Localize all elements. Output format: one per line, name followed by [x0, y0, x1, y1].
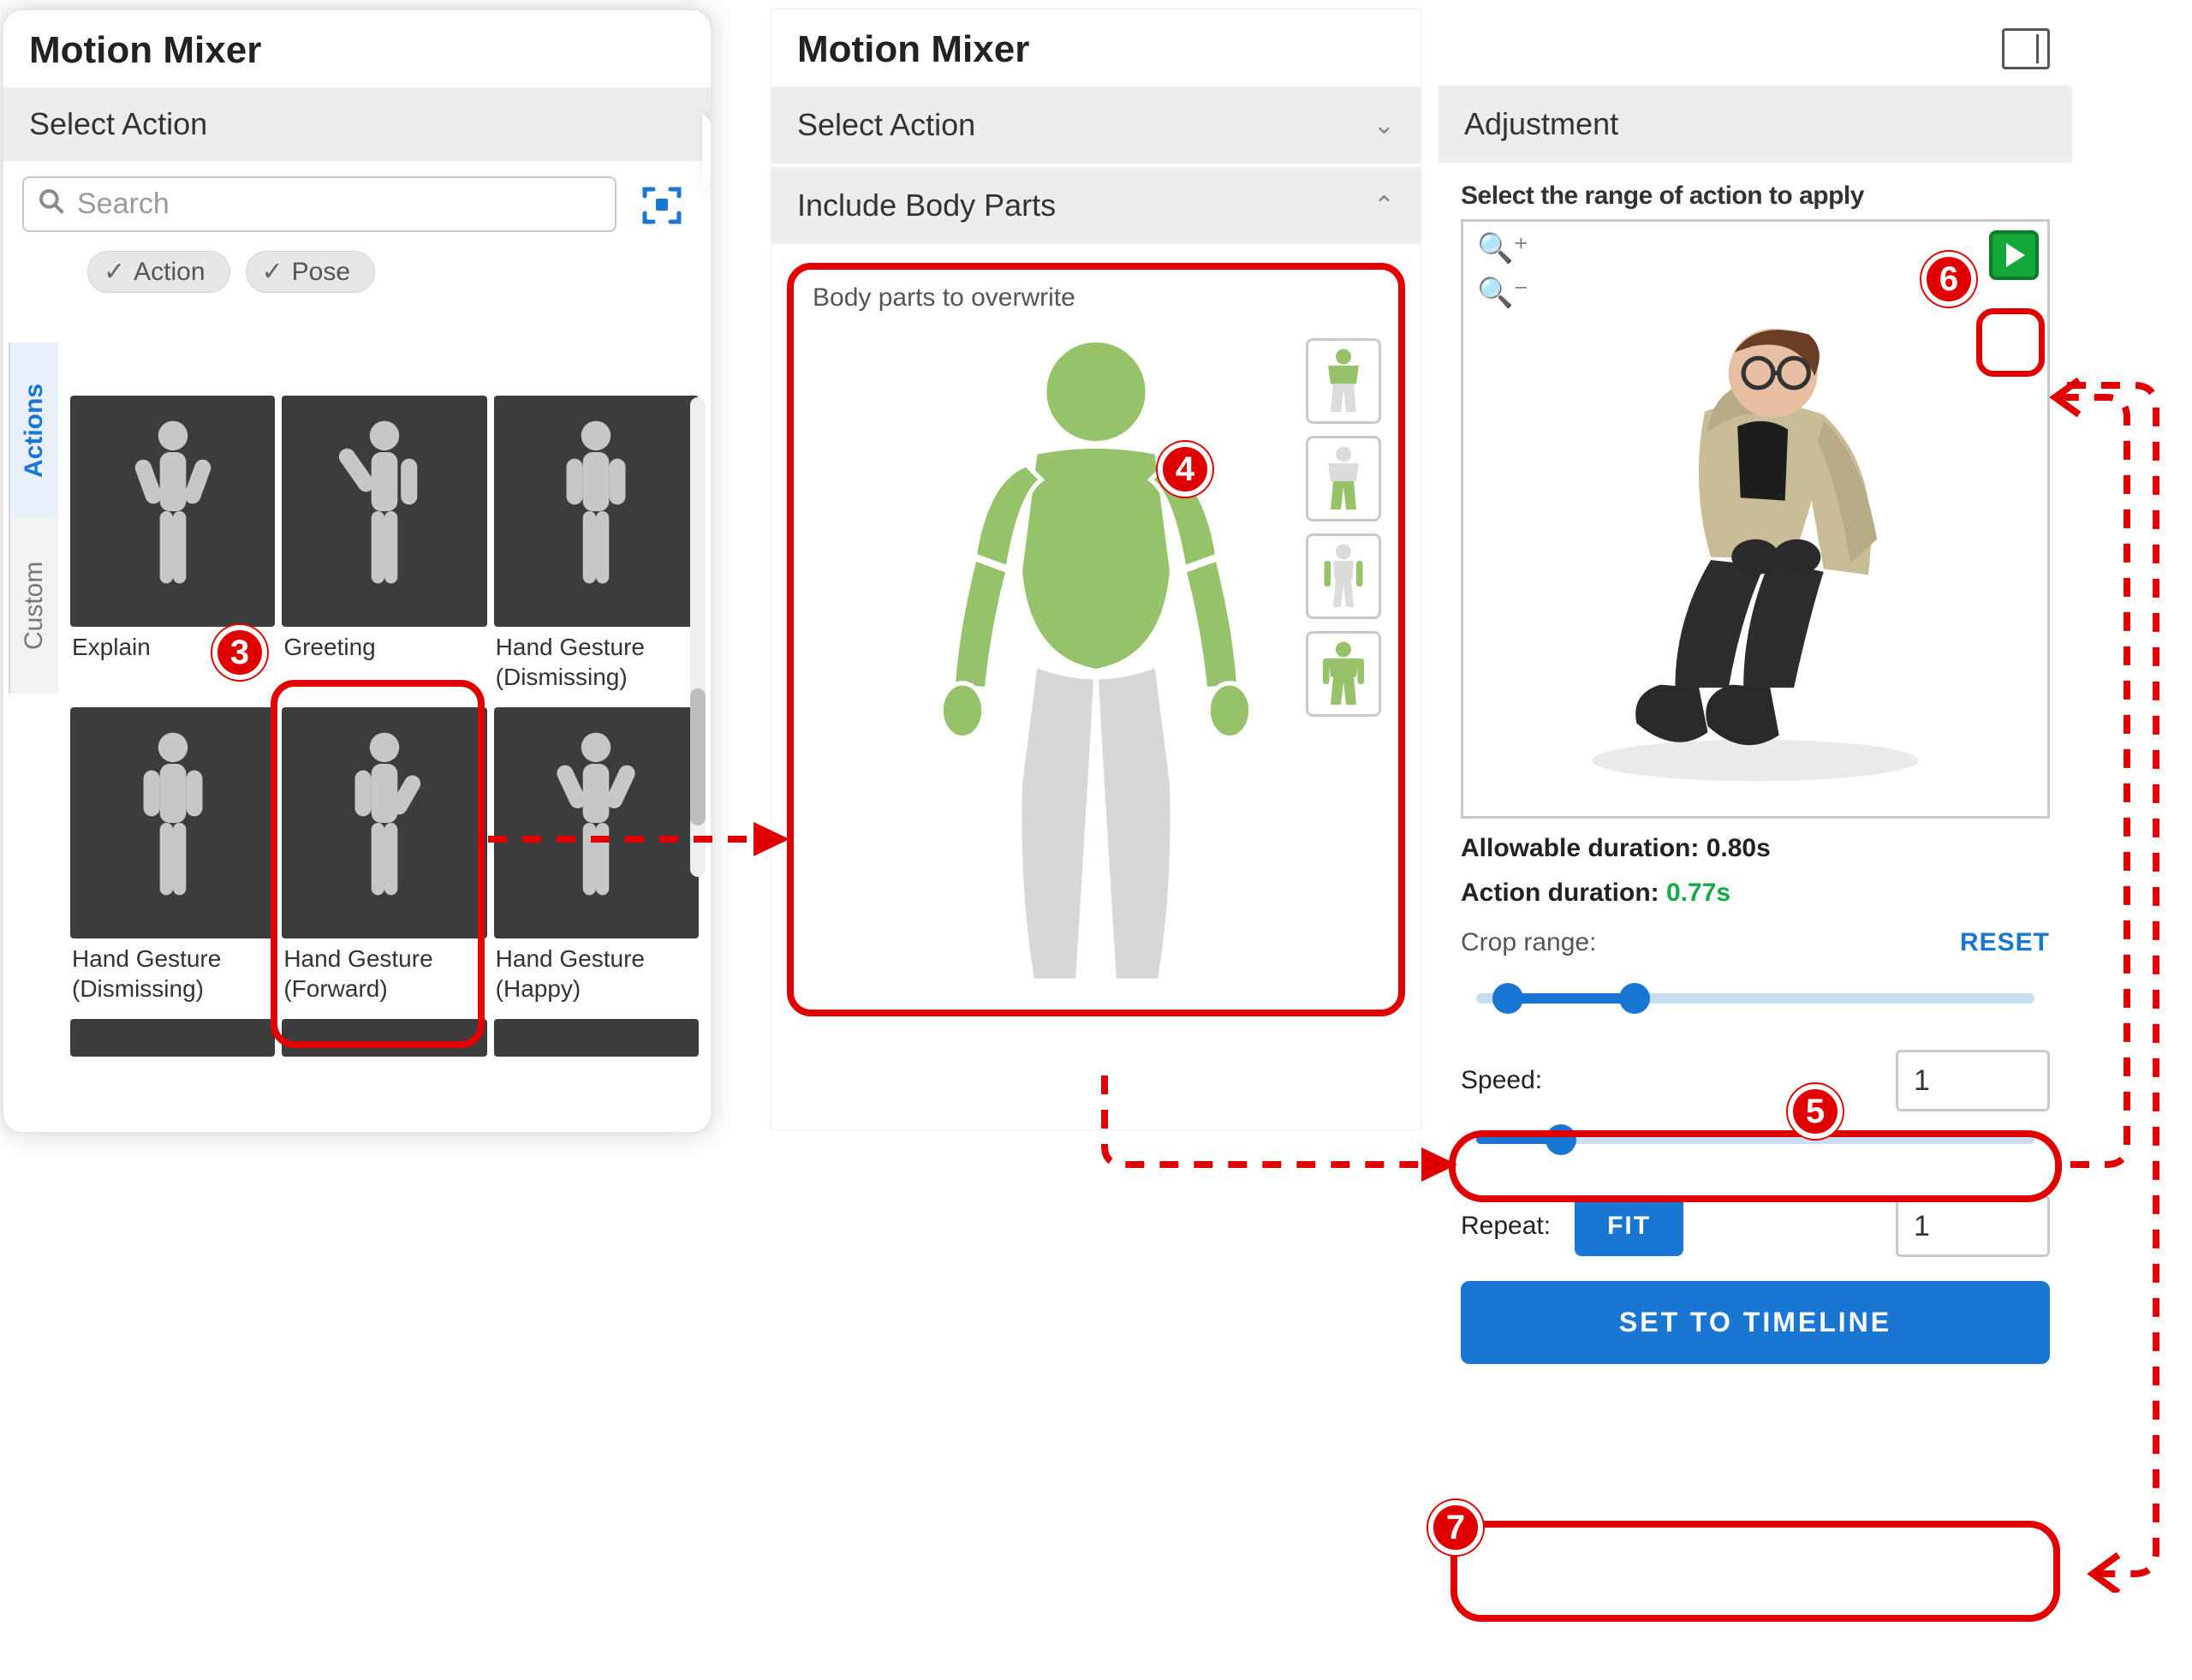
crop-range-thumb-end[interactable] [1619, 983, 1650, 1014]
callout-wedge [702, 113, 712, 192]
step-badge-5: 5 [1788, 1084, 1843, 1139]
panel-layout-icon[interactable] [2002, 28, 2050, 69]
chip-action[interactable]: ✓ Action [87, 251, 230, 293]
body-preset-column [1306, 338, 1381, 717]
zoom-controls: 🔍⁺ 🔍⁻ [1472, 230, 1534, 311]
allowable-duration-value: 0.80s [1707, 834, 1771, 862]
zoom-out-icon[interactable]: 🔍⁻ [1472, 275, 1534, 311]
body-parts-area: Body parts to overwrite [787, 263, 1405, 1016]
action-duration-label: Action duration: [1461, 879, 1659, 907]
repeat-row: Repeat: FIT 1 [1461, 1195, 2050, 1257]
play-icon [2006, 243, 2025, 267]
search-box[interactable] [22, 176, 616, 232]
side-tabs: Actions Custom [9, 343, 58, 694]
search-icon [38, 188, 65, 222]
crop-range-label: Crop range: [1461, 928, 1596, 957]
reset-button[interactable]: RESET [1960, 928, 2050, 957]
chip-action-label: Action [134, 258, 205, 287]
arrow-6-to-7 [2055, 377, 2183, 1593]
side-tab-actions[interactable]: Actions [9, 343, 58, 518]
adjustment-title: Adjustment [1464, 106, 1618, 142]
include-body-parts-section[interactable]: Include Body Parts ⌃ [771, 167, 1421, 244]
search-input[interactable] [75, 187, 601, 222]
crop-range-slider[interactable] [1461, 964, 2050, 1026]
thumb-greeting[interactable]: Greeting [282, 396, 486, 700]
mid-title: Motion Mixer [771, 9, 1421, 86]
chevron-up-icon: ⌃ [1373, 191, 1395, 221]
set-to-timeline-button[interactable]: SET TO TIMELINE [1461, 1281, 2050, 1364]
thumb-label: Hand Gesture (Dismissing) [494, 627, 699, 700]
motion-mixer-popout: Motion Mixer Select Action ✓ Action ✓ Po… [2, 9, 712, 1134]
popout-title: Motion Mixer [3, 10, 711, 87]
select-action-header[interactable]: Select Action [3, 87, 711, 161]
scrollbar-handle[interactable] [690, 688, 706, 825]
crop-range-thumb-start[interactable] [1492, 983, 1523, 1014]
thumb-hand-gesture-happy[interactable]: Hand Gesture (Happy) [494, 707, 699, 1012]
thumb-partial[interactable] [70, 1019, 275, 1057]
speed-slider[interactable] [1461, 1117, 2050, 1165]
action-thumbnails: Explain Greeting Hand Gesture (Dismissin… [70, 396, 699, 1123]
thumb-label: Hand Gesture (Forward) [282, 938, 486, 1012]
avatar-preview [1533, 241, 1978, 796]
repeat-label: Repeat: [1461, 1212, 1551, 1241]
motion-mixer-panel: Motion Mixer Select Action ⌄ Include Bod… [771, 9, 1421, 1130]
repeat-input[interactable]: 1 [1896, 1195, 2050, 1257]
body-parts-hint: Body parts to overwrite [794, 270, 1398, 313]
fit-button[interactable]: FIT [1575, 1196, 1683, 1256]
chip-pose[interactable]: ✓ Pose [246, 251, 376, 293]
allowable-duration: Allowable duration: 0.80s [1461, 834, 2050, 863]
check-icon: ✓ [104, 257, 125, 287]
action-duration-value: 0.77s [1666, 879, 1730, 907]
check-icon: ✓ [262, 257, 283, 287]
preset-lower[interactable] [1306, 436, 1381, 521]
play-button[interactable] [1989, 230, 2039, 280]
thumb-partial[interactable] [282, 1019, 486, 1057]
thumb-hand-gesture-dismissing[interactable]: Hand Gesture (Dismissing) [494, 396, 699, 700]
preset-arms[interactable] [1306, 533, 1381, 619]
thumb-hand-gesture-forward[interactable]: Hand Gesture (Forward) [282, 707, 486, 1012]
step-badge-7: 7 [1428, 1500, 1483, 1555]
thumb-hand-gesture-dismissing-2[interactable]: Hand Gesture (Dismissing) [70, 707, 275, 1012]
action-duration: Action duration: 0.77s [1461, 879, 2050, 908]
select-action-section[interactable]: Select Action ⌄ [771, 86, 1421, 164]
thumb-label: Hand Gesture (Dismissing) [70, 938, 275, 1012]
allowable-duration-label: Allowable duration: [1461, 834, 1699, 862]
speed-thumb[interactable] [1546, 1124, 1576, 1155]
chevron-down-icon: ⌄ [1373, 110, 1395, 140]
adjustment-panel: . Adjustment Select the range of action … [1438, 9, 2072, 1627]
search-row [3, 161, 711, 246]
speed-input[interactable]: 1 [1896, 1050, 2050, 1111]
chip-pose-label: Pose [292, 258, 350, 287]
thumb-label: Greeting [282, 627, 486, 670]
thumb-partial[interactable] [494, 1019, 699, 1057]
adjustment-body: Select the range of action to apply 🔍⁺ 🔍… [1438, 163, 2072, 1364]
thumb-label: Hand Gesture (Happy) [494, 938, 699, 1012]
speed-row: Speed: 1 [1461, 1050, 2050, 1111]
crop-range-row: Crop range: RESET [1461, 928, 2050, 957]
step-badge-3: 3 [212, 625, 267, 680]
preset-full[interactable] [1306, 631, 1381, 717]
action-preview: 🔍⁺ 🔍⁻ [1461, 219, 2050, 819]
side-tab-custom[interactable]: Custom [9, 518, 58, 694]
include-body-parts-label: Include Body Parts [797, 188, 1056, 223]
focus-frame-icon[interactable] [632, 178, 692, 231]
crop-range-fill [1508, 993, 1635, 1004]
thumbnails-scrollbar[interactable] [690, 397, 706, 877]
speed-label: Speed: [1461, 1066, 1542, 1095]
step-badge-6: 6 [1921, 252, 1976, 307]
adjustment-hint: Select the range of action to apply [1461, 182, 2050, 211]
filter-chips: ✓ Action ✓ Pose [3, 246, 711, 307]
preset-upper[interactable] [1306, 338, 1381, 424]
adjustment-header: Adjustment [1438, 86, 2072, 163]
zoom-in-icon[interactable]: 🔍⁺ [1472, 230, 1534, 266]
step-badge-4: 4 [1158, 442, 1212, 497]
select-action-label: Select Action [797, 107, 975, 143]
